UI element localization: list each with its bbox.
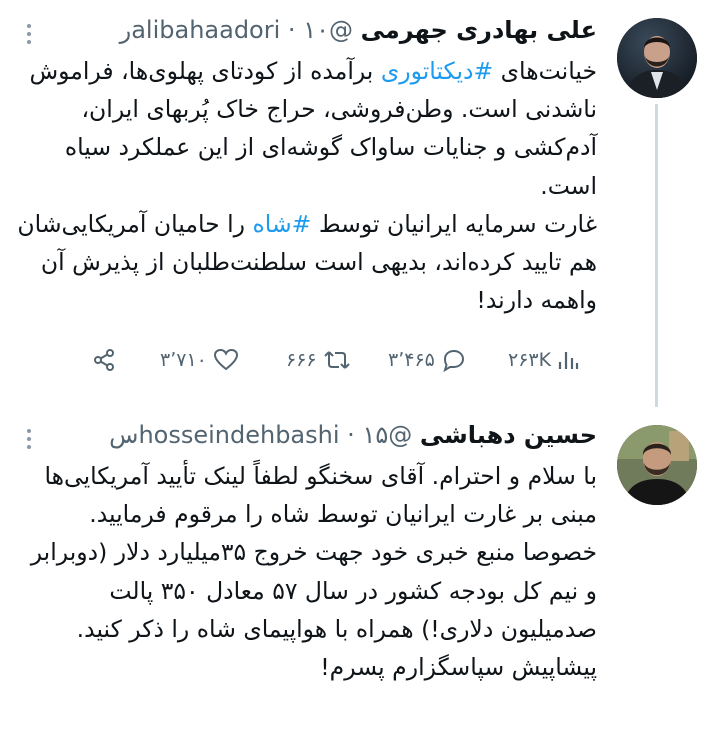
heart-icon xyxy=(213,348,238,371)
like-count: ۳٬۷۱۰ xyxy=(160,349,207,371)
separator-dot: · xyxy=(287,16,296,44)
share-icon xyxy=(94,349,114,371)
retweet-button[interactable]: ۶۶۶ xyxy=(286,348,351,372)
tweet-paragraph: غارت سرمایه ایرانیان توسط #شاه را حامیان… xyxy=(17,205,597,320)
retweet-count: ۶۶۶ xyxy=(286,349,317,371)
tweet-header: علی بهادری جهرمی @alibahaadori · ۱۰ر xyxy=(120,12,597,48)
tweet-paragraph: با سلام و احترام. آقای سخنگو لطفاً لینک … xyxy=(17,457,597,686)
more-options-icon[interactable] xyxy=(26,24,32,44)
hashtag-link[interactable]: #شاه xyxy=(253,210,312,238)
more-options-icon[interactable] xyxy=(26,429,32,449)
text-run: با سلام و احترام. آقای سخنگو لطفاً لینک … xyxy=(30,462,597,682)
views-icon xyxy=(558,352,579,369)
reply-icon xyxy=(443,349,464,372)
tweet-header: حسین دهباشی @hosseindehbashi · ۱۵س xyxy=(109,417,597,453)
text-run: غارت سرمایه ایرانیان توسط xyxy=(311,209,597,238)
share-button[interactable] xyxy=(92,348,116,372)
tweet-text: خیانت‌های #دیکتاتوری برآمده از کودتای په… xyxy=(17,52,597,319)
hashtag-link[interactable]: #دیکتاتوری xyxy=(381,57,493,85)
like-button[interactable]: ۳٬۷۱۰ xyxy=(160,348,239,372)
separator-dot: · xyxy=(347,421,355,449)
reply-count: ۳٬۴۶۵ xyxy=(388,349,435,371)
views-button[interactable]: ۲۶۳K xyxy=(508,348,579,372)
tweet-paragraph: خیانت‌های #دیکتاتوری برآمده از کودتای په… xyxy=(17,52,597,205)
tweet-1[interactable]: علی بهادری جهرمی @alibahaadori · ۱۰ر خیا… xyxy=(0,0,715,407)
avatar-image xyxy=(617,425,697,505)
avatar[interactable] xyxy=(617,425,697,505)
tweet-actions: ۳٬۷۱۰ ۶۶۶ ۳٬۴۶۵ ۲۶۳K xyxy=(0,344,715,384)
tweet-text: با سلام و احترام. آقای سخنگو لطفاً لینک … xyxy=(17,457,597,686)
avatar[interactable] xyxy=(617,18,697,98)
author-name[interactable]: حسین دهباشی xyxy=(420,421,597,449)
view-count: ۲۶۳K xyxy=(508,349,552,371)
author-name[interactable]: علی بهادری جهرمی xyxy=(361,16,597,44)
retweet-icon xyxy=(323,351,350,369)
text-run: خیانت‌های xyxy=(493,57,597,85)
avatar-image xyxy=(617,18,697,98)
tweet-2[interactable]: حسین دهباشی @hosseindehbashi · ۱۵س با سل… xyxy=(0,405,715,754)
reply-button[interactable]: ۳٬۴۶۵ xyxy=(388,348,467,372)
